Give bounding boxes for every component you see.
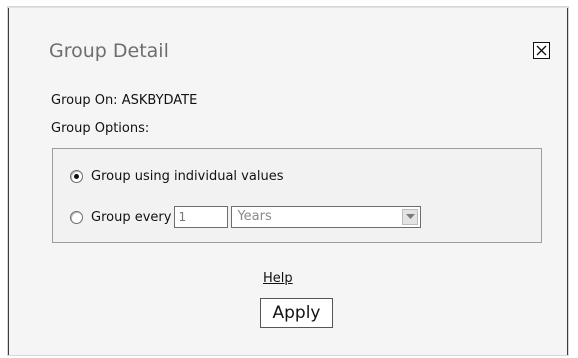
individual-values-option[interactable]: Group using individual values (70, 169, 283, 184)
close-icon (536, 45, 547, 56)
group-every-count-input[interactable] (174, 206, 229, 228)
group-every-label: Group every (91, 209, 172, 225)
close-button[interactable] (533, 42, 550, 59)
dialog-left-edge (8, 7, 9, 355)
help-link[interactable]: Help (263, 271, 293, 286)
chevron-down-icon (405, 214, 415, 219)
group-on-label: Group On: ASKBYDATE (51, 93, 198, 108)
group-unit-selected-value: Years (237, 209, 272, 224)
individual-values-radio[interactable] (70, 170, 83, 183)
individual-values-label: Group using individual values (91, 169, 284, 184)
group-options-panel: Group using individual values Group ever… (52, 148, 542, 243)
group-every-radio[interactable] (70, 210, 83, 224)
apply-button[interactable]: Apply (260, 298, 333, 328)
group-unit-select[interactable]: Years (231, 206, 422, 228)
dialog-title: Group Detail (49, 40, 169, 62)
group-unit-dropdown-button[interactable] (402, 209, 419, 225)
group-detail-dialog: Group Detail Group On: ASKBYDATE Group O… (7, 6, 569, 356)
dialog-top-edge (8, 7, 568, 8)
group-options-label: Group Options: (51, 121, 150, 136)
group-every-option[interactable]: Group every Years (70, 206, 422, 228)
